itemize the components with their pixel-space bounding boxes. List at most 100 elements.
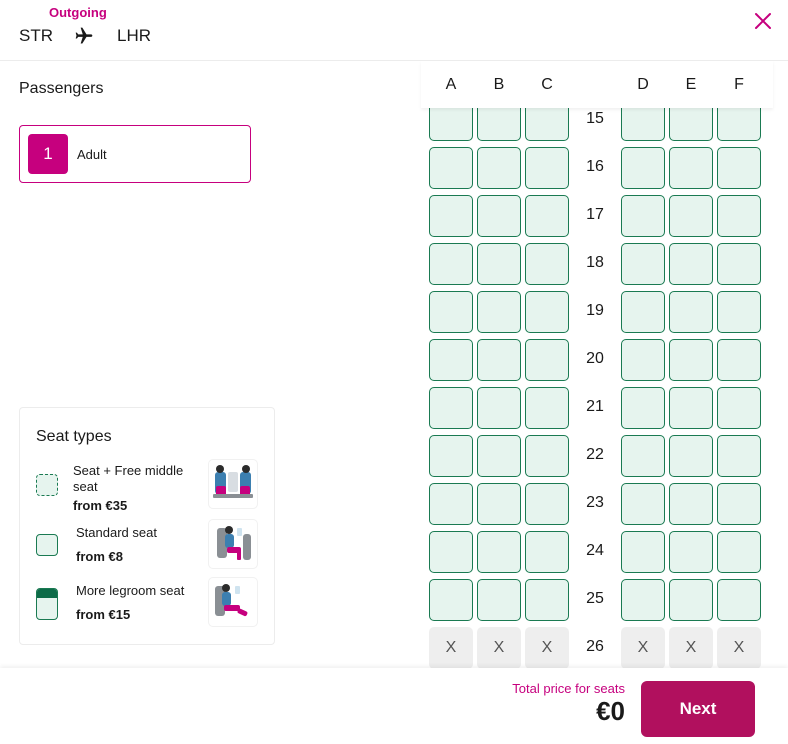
seat-21b[interactable] (477, 387, 521, 429)
seat-24d[interactable] (621, 531, 665, 573)
seat-23b[interactable] (477, 483, 521, 525)
seat-types-title: Seat types (36, 428, 112, 445)
seat-17e[interactable] (669, 195, 713, 237)
seat-17a[interactable] (429, 195, 473, 237)
free-middle-seat-swatch (36, 474, 58, 496)
seat-18c[interactable] (525, 243, 569, 285)
seat-22f[interactable] (717, 435, 761, 477)
seatmap-column-header: A B C D E F (421, 61, 773, 108)
seat-19b[interactable] (477, 291, 521, 333)
seat-20a[interactable] (429, 339, 473, 381)
seat-row: 17 (421, 192, 773, 240)
seat-16b[interactable] (477, 147, 521, 189)
seat-24e[interactable] (669, 531, 713, 573)
seat-25a[interactable] (429, 579, 473, 621)
seat-23c[interactable] (525, 483, 569, 525)
seat-21d[interactable] (621, 387, 665, 429)
seat-21c[interactable] (525, 387, 569, 429)
seat-20c[interactable] (525, 339, 569, 381)
row-number: 19 (586, 302, 604, 319)
passenger-card-adult[interactable]: 1 Adult (19, 125, 251, 183)
flight-header: Outgoing STR LHR (0, 0, 788, 61)
passengers-title: Passengers (19, 80, 104, 97)
seat-21e[interactable] (669, 387, 713, 429)
seat-17d[interactable] (621, 195, 665, 237)
destination-code: LHR (117, 26, 152, 45)
seat-15f[interactable] (717, 108, 761, 141)
seat-22e[interactable] (669, 435, 713, 477)
seat-25c[interactable] (525, 579, 569, 621)
seat-23e[interactable] (669, 483, 713, 525)
seat-19f[interactable] (717, 291, 761, 333)
seat-19c[interactable] (525, 291, 569, 333)
seat-16e[interactable] (669, 147, 713, 189)
seat-24a[interactable] (429, 531, 473, 573)
seat-21f[interactable] (717, 387, 761, 429)
more-legroom-seat-swatch (36, 588, 58, 620)
standard-seat-swatch (36, 534, 58, 556)
seat-23d[interactable] (621, 483, 665, 525)
seat-22c[interactable] (525, 435, 569, 477)
seat-21a[interactable] (429, 387, 473, 429)
seat-17c[interactable] (525, 195, 569, 237)
seat-18f[interactable] (717, 243, 761, 285)
seat-18b[interactable] (477, 243, 521, 285)
seat-26c: X (525, 627, 569, 668)
close-icon[interactable] (752, 10, 774, 32)
seat-16c[interactable] (525, 147, 569, 189)
seat-22d[interactable] (621, 435, 665, 477)
seat-16a[interactable] (429, 147, 473, 189)
seat-23f[interactable] (717, 483, 761, 525)
seat-25f[interactable] (717, 579, 761, 621)
seat-22b[interactable] (477, 435, 521, 477)
seat-19d[interactable] (621, 291, 665, 333)
seat-17b[interactable] (477, 195, 521, 237)
seat-24c[interactable] (525, 531, 569, 573)
seat-row: 21 (421, 384, 773, 432)
seat-24b[interactable] (477, 531, 521, 573)
seat-26a: X (429, 627, 473, 668)
seat-row: 19 (421, 288, 773, 336)
seat-row: 20 (421, 336, 773, 384)
seat-map[interactable]: 15 16 17 18 19 20 21 22 23 24 25 X X X X X X 26 (421, 108, 773, 668)
seat-19a[interactable] (429, 291, 473, 333)
row-number: 21 (586, 398, 604, 415)
total-price-label: Total price for seats (512, 681, 625, 696)
next-button[interactable]: Next (641, 681, 755, 737)
row-number: 24 (586, 542, 604, 559)
free-middle-seat-illustration-icon (209, 460, 257, 508)
legend-item-price: from €15 (76, 607, 131, 622)
seat-15b[interactable] (477, 108, 521, 141)
seat-20b[interactable] (477, 339, 521, 381)
row-number: 25 (586, 590, 604, 607)
seat-25b[interactable] (477, 579, 521, 621)
seat-15e[interactable] (669, 108, 713, 141)
seat-25e[interactable] (669, 579, 713, 621)
seat-20d[interactable] (621, 339, 665, 381)
total-price-value: €0 (596, 696, 625, 726)
seat-25d[interactable] (621, 579, 665, 621)
seat-15a[interactable] (429, 108, 473, 141)
column-letter: B (493, 76, 505, 93)
seat-20f[interactable] (717, 339, 761, 381)
row-number: 23 (586, 494, 604, 511)
seat-18a[interactable] (429, 243, 473, 285)
seat-row: 23 (421, 480, 773, 528)
seat-22a[interactable] (429, 435, 473, 477)
seat-19e[interactable] (669, 291, 713, 333)
seat-16f[interactable] (717, 147, 761, 189)
more-legroom-seat-illustration-icon (209, 578, 257, 626)
seat-18e[interactable] (669, 243, 713, 285)
seat-row: 24 (421, 528, 773, 576)
seat-row: 25 (421, 576, 773, 624)
seat-17f[interactable] (717, 195, 761, 237)
seat-15d[interactable] (621, 108, 665, 141)
seat-23a[interactable] (429, 483, 473, 525)
seat-24f[interactable] (717, 531, 761, 573)
seat-18d[interactable] (621, 243, 665, 285)
seat-16d[interactable] (621, 147, 665, 189)
legend-item-price: from €8 (76, 549, 123, 564)
seat-15c[interactable] (525, 108, 569, 141)
seat-20e[interactable] (669, 339, 713, 381)
standard-seat-illustration-icon (209, 520, 257, 568)
